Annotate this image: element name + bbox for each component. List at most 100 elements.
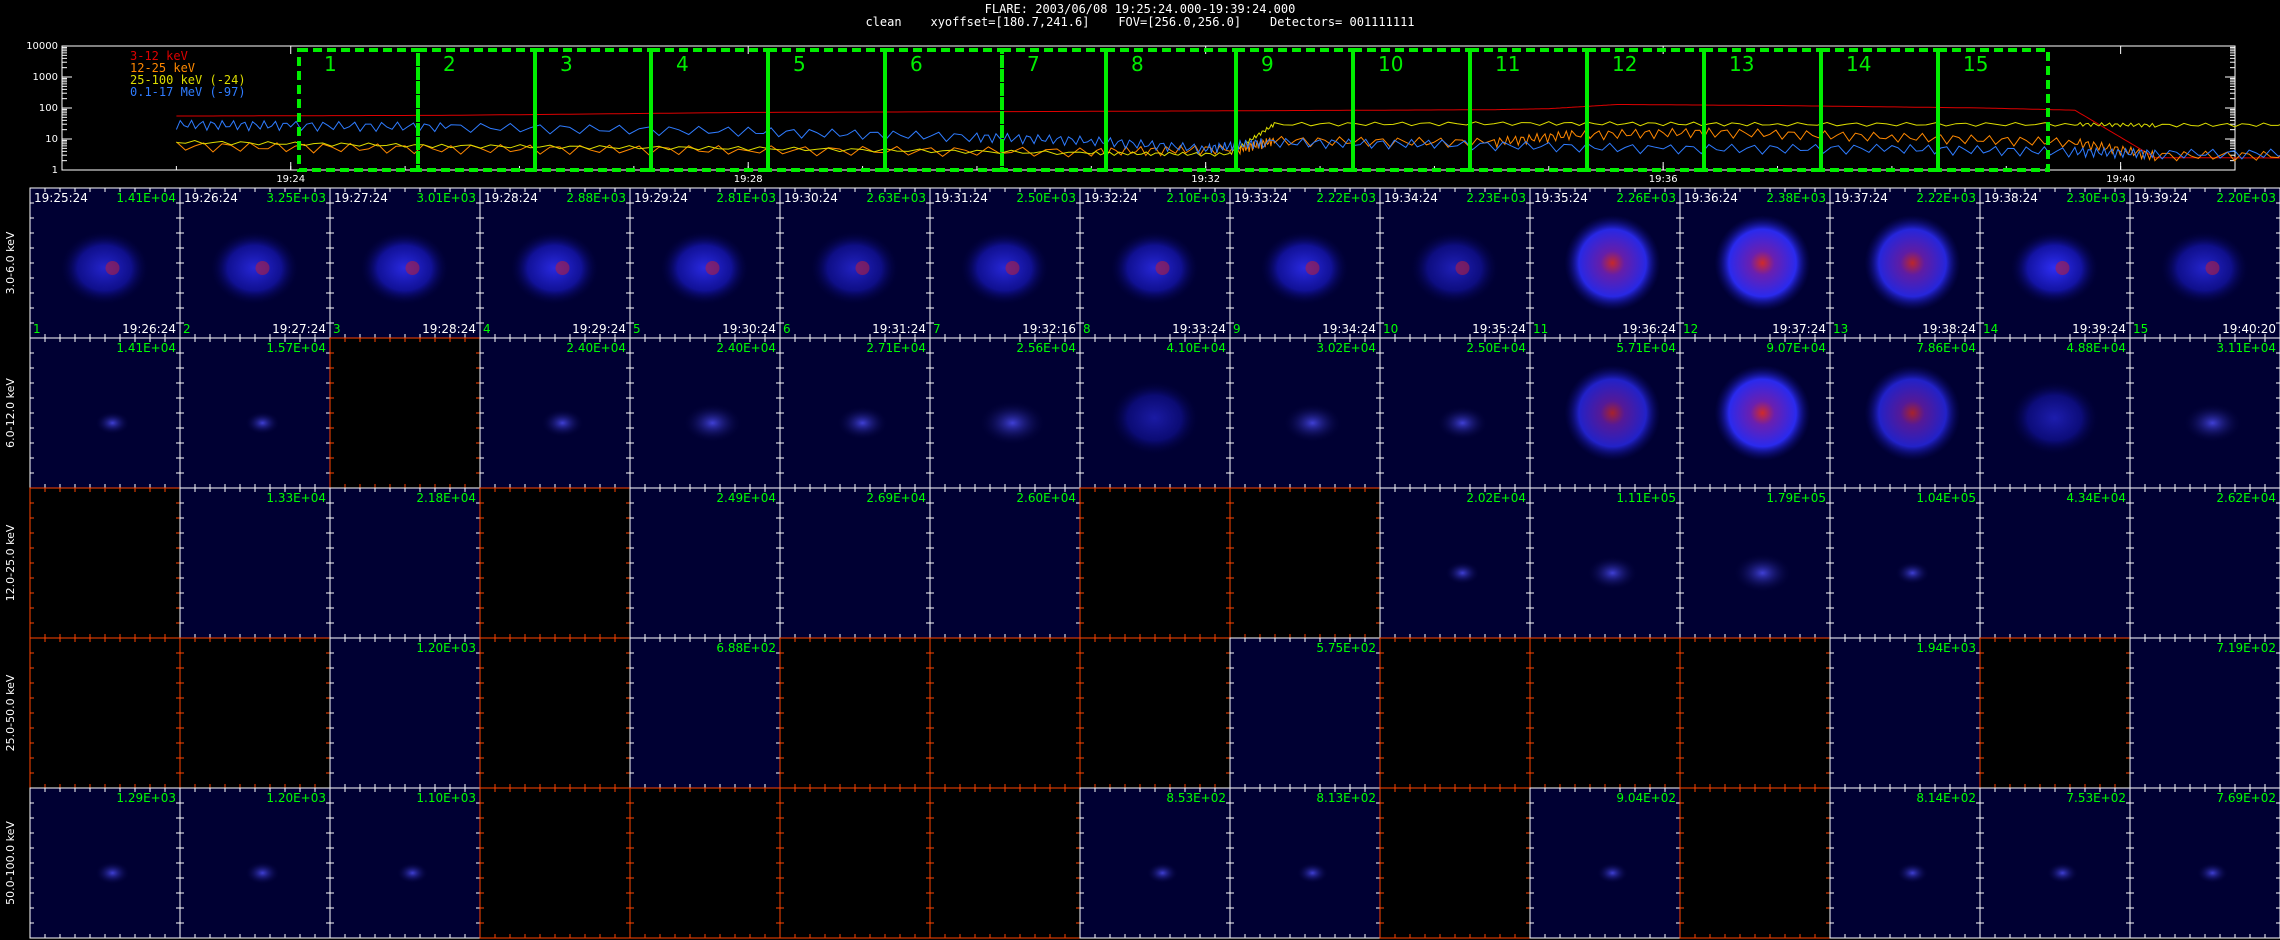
image-cell [779,487,931,639]
source-emission [2196,862,2229,884]
image-cell-empty [779,787,931,939]
image-cell-empty [929,637,1081,789]
source-core [705,261,720,275]
image-cell [2129,487,2280,639]
y-tick-label: 1 [52,165,58,176]
energy-band-label: 3.0-6.0 keV [4,231,17,294]
image-cell-empty [479,637,631,789]
source-emission [1596,862,1629,884]
energy-band-label: 25.0-50.0 keV [4,674,17,751]
max-value-label: 2.22E+03 [1916,191,1976,205]
image-interval-number: 4 [483,322,491,336]
image-cell [2129,787,2280,939]
energy-band-label: 12.0-25.0 keV [4,524,17,601]
max-value-label: 2.50E+03 [1016,191,1076,205]
image-cell [1529,787,1681,939]
source-emission [1109,230,1200,306]
max-value-label: 8.13E+02 [1316,791,1376,805]
max-value-label: 2.02E+04 [1466,491,1526,505]
image-cell-empty [29,487,181,639]
image-interval-number: 12 [1683,322,1698,336]
max-value-label: 9.07E+04 [1766,341,1826,355]
image-cell-empty [779,637,931,789]
image-start-time: 19:27:24 [334,191,388,205]
image-start-time: 19:38:24 [1984,191,2038,205]
max-value-label: 2.40E+04 [716,341,776,355]
interval-box [533,48,653,172]
max-value-label: 2.10E+03 [1166,191,1226,205]
image-start-time: 19:34:24 [1384,191,1438,205]
source-core [405,261,420,275]
image-cell [629,487,781,639]
source-emission [509,230,600,306]
image-start-time: 19:26:24 [184,191,238,205]
image-cell-empty [629,787,781,939]
source-core [255,261,270,275]
image-start-time: 19:36:24 [1684,191,1738,205]
image-interval-number: 9 [1233,322,1241,336]
source-emission [1282,403,1343,443]
max-value-label: 1.04E+05 [1916,491,1976,505]
source-emission [1586,555,1639,591]
image-cell [1829,787,1981,939]
max-value-label: 2.60E+04 [1016,491,1076,505]
image-cell [1979,787,2131,939]
interval-number: 15 [1963,52,1988,76]
max-value-label: 4.10E+04 [1166,341,1226,355]
energy-band-label: 50.0-100.0 keV [4,821,17,905]
image-cell-empty [1979,637,2131,789]
image-cell-empty [479,487,631,639]
source-emission [959,230,1050,306]
source-emission [1864,215,1961,311]
interval-box [766,48,887,172]
source-emission [1444,561,1481,585]
interval-number: 1 [324,52,337,76]
image-end-time: 19:35:24 [1472,322,1526,336]
source-core [2055,261,2070,275]
max-value-label: 2.40E+04 [566,341,626,355]
image-cell-empty [1379,787,1531,939]
image-cell-empty [1229,487,1381,639]
image-end-time: 19:40:20 [2222,322,2276,336]
max-value-label: 1.29E+03 [116,791,176,805]
max-value-label: 1.94E+03 [1916,641,1976,655]
image-start-time: 19:35:24 [1534,191,1588,205]
interval-number: 14 [1846,52,1871,76]
image-cell-empty [1679,787,1831,939]
max-value-label: 2.26E+03 [1616,191,1676,205]
source-core [1305,261,1320,275]
source-emission [396,862,429,884]
image-interval-number: 11 [1533,322,1548,336]
source-core [1005,261,1020,275]
image-end-time: 19:26:24 [122,322,176,336]
x-tick-label: 19:24 [276,174,305,185]
image-cell-empty [1379,637,1531,789]
max-value-label: 2.30E+03 [2066,191,2126,205]
image-cell-empty [929,787,1081,939]
x-tick-label: 19:40 [2106,174,2135,185]
interval-number: 10 [1378,52,1403,76]
image-interval-number: 2 [183,322,191,336]
source-core [555,261,570,275]
image-cell-empty [29,637,181,789]
image-cell-empty [1529,637,1681,789]
image-interval-number: 10 [1383,322,1398,336]
max-value-label: 2.38E+03 [1766,191,1826,205]
source-core [105,261,120,275]
max-value-label: 2.20E+03 [2216,191,2276,205]
source-emission [1109,380,1200,456]
source-emission [59,230,150,306]
source-emission [1436,405,1489,441]
max-value-label: 2.50E+04 [1466,341,1526,355]
source-emission [540,408,585,438]
y-tick-label: 100 [39,103,58,114]
image-cell-empty [479,787,631,939]
source-emission [1714,365,1811,461]
y-tick-label: 1000 [33,72,58,83]
interval-box [1819,48,1940,172]
max-value-label: 1.11E+05 [1616,491,1676,505]
max-value-label: 2.63E+03 [866,191,926,205]
source-emission [1714,215,1811,311]
source-emission [1564,365,1661,461]
image-cell [1229,787,1381,939]
